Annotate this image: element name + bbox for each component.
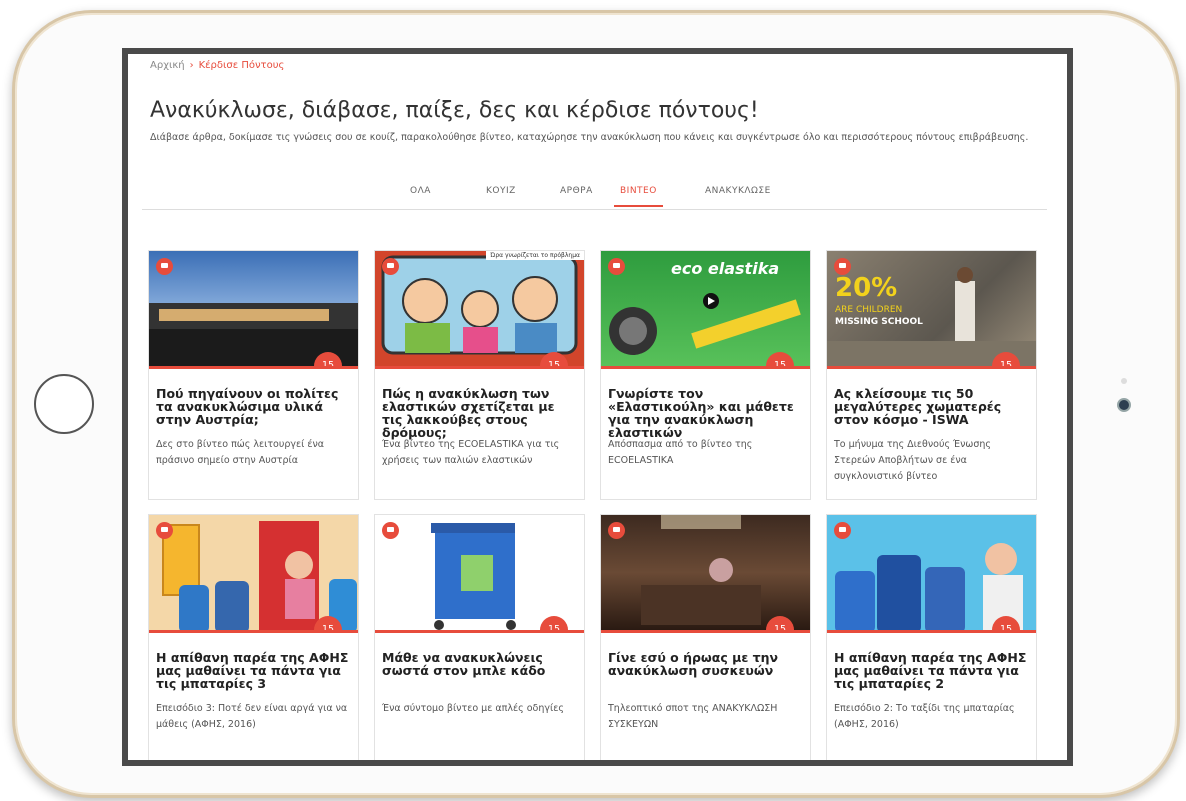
breadcrumb-current: Κέρδισε Πόντους bbox=[198, 60, 285, 71]
video-card[interactable]: 15 Η απίθανη παρέα της ΑΦΗΣ μας μαθαίνει… bbox=[148, 514, 359, 760]
breadcrumb-separator: › bbox=[189, 60, 194, 71]
card-title[interactable]: Ας κλείσουμε τις 50 μεγαλύτερες χωματερέ… bbox=[827, 369, 1036, 429]
tablet-home-button[interactable] bbox=[34, 374, 94, 434]
breadcrumb: Αρχική › Κέρδισε Πόντους bbox=[150, 60, 284, 71]
card-description: Επεισόδιο 2: Το ταξίδι της μπαταρίας (ΑΦ… bbox=[834, 703, 1015, 730]
card-title[interactable]: Η απίθανη παρέα της ΑΦΗΣ μας μαθαίνει τα… bbox=[827, 633, 1036, 693]
tab-videos[interactable]: ΒΙΝΤΕΟ bbox=[614, 186, 663, 207]
video-thumbnail[interactable]: 15 bbox=[827, 515, 1036, 633]
video-thumbnail[interactable]: 15 bbox=[375, 515, 584, 633]
thumbnail-percent-text: 20% bbox=[835, 273, 898, 303]
card-description: Τηλεοπτικό σποτ της ΑΝΑΚΥΚΛΩΣΗ ΣΥΣΚΕΥΩΝ bbox=[608, 703, 778, 730]
card-title[interactable]: Μάθε να ανακυκλώνεις σωστά στον μπλε κάδ… bbox=[375, 633, 584, 693]
video-card[interactable]: 15 Η απίθανη παρέα της ΑΦΗΣ μας μαθαίνει… bbox=[826, 514, 1037, 760]
video-thumbnail[interactable]: 20% ARE CHILDREN MISSING SCHOOL 15 bbox=[827, 251, 1036, 369]
page-subtitle: Διάβασε άρθρα, δοκίμασε τις γνώσεις σου … bbox=[150, 132, 1029, 143]
video-icon bbox=[156, 522, 173, 539]
category-tabs: ΟΛΑ ΚΟΥΙΖ ΑΡΘΡΑ ΒΙΝΤΕΟ ΑΝΑΚΥΚΛΩΣΕ bbox=[142, 182, 1047, 210]
card-title[interactable]: Η απίθανη παρέα της ΑΦΗΣ μας μαθαίνει τα… bbox=[149, 633, 358, 693]
video-icon bbox=[608, 522, 625, 539]
page-title: Ανακύκλωσε, διάβασε, παίξε, δες και κέρδ… bbox=[150, 98, 759, 123]
tab-recycle[interactable]: ΑΝΑΚΥΚΛΩΣΕ bbox=[705, 186, 771, 196]
tablet-sensor bbox=[1121, 378, 1127, 384]
card-description: Το μήνυμα της Διεθνούς Ένωσης Στερεών Απ… bbox=[834, 439, 992, 482]
tab-all[interactable]: ΟΛΑ bbox=[410, 186, 431, 196]
card-description: Δες στο βίντεο πώς λειτουργεί ένα πράσιν… bbox=[156, 439, 325, 466]
thumbnail-caption: Ώρα γνωρίζεται το πρόβλημα bbox=[486, 251, 584, 260]
video-thumbnail[interactable]: eco elastika 15 bbox=[601, 251, 810, 369]
tab-articles[interactable]: ΑΡΘΡΑ bbox=[560, 186, 593, 196]
thumbnail-caption-line1: ARE CHILDREN bbox=[835, 305, 903, 315]
tablet-screen: Αρχική › Κέρδισε Πόντους Ανακύκλωσε, διάβα… bbox=[122, 48, 1073, 766]
breadcrumb-home-link[interactable]: Αρχική bbox=[150, 60, 185, 71]
video-card[interactable]: Ώρα γνωρίζεται το πρόβλημα 15 Πώς η ανακ… bbox=[374, 250, 585, 500]
video-icon bbox=[608, 258, 625, 275]
card-title[interactable]: Γνωρίστε τον «Ελαστικούλη» και μάθετε γι… bbox=[601, 369, 810, 439]
video-thumbnail[interactable]: 15 bbox=[149, 251, 358, 369]
tab-quiz[interactable]: ΚΟΥΙΖ bbox=[486, 186, 516, 196]
video-thumbnail[interactable]: 15 bbox=[149, 515, 358, 633]
card-description: Επεισόδιο 3: Ποτέ δεν είναι αργά για να … bbox=[156, 703, 348, 730]
thumbnail-brand-text: eco elastika bbox=[671, 259, 780, 278]
card-title[interactable]: Γίνε εσύ ο ήρωας με την ανακύκλωση συσκε… bbox=[601, 633, 810, 693]
video-icon bbox=[382, 258, 399, 275]
video-icon bbox=[382, 522, 399, 539]
video-icon bbox=[156, 258, 173, 275]
video-thumbnail[interactable]: Ώρα γνωρίζεται το πρόβλημα 15 bbox=[375, 251, 584, 369]
video-icon bbox=[834, 258, 851, 275]
video-card[interactable]: 15 Γίνε εσύ ο ήρωας με την ανακύκλωση συ… bbox=[600, 514, 811, 760]
card-title[interactable]: Πού πηγαίνουν οι πολίτες τα ανακυκλώσιμα… bbox=[149, 369, 358, 429]
video-card[interactable]: 20% ARE CHILDREN MISSING SCHOOL 15 Ας κλ… bbox=[826, 250, 1037, 500]
card-title[interactable]: Πώς η ανακύκλωση των ελαστικών σχετίζετα… bbox=[375, 369, 584, 439]
tablet-camera bbox=[1117, 398, 1131, 412]
video-card[interactable]: 15 Πού πηγαίνουν οι πολίτες τα ανακυκλώσ… bbox=[148, 250, 359, 500]
card-description: Ένα σύντομο βίντεο με απλές οδηγίες bbox=[382, 703, 564, 714]
video-thumbnail[interactable]: 15 bbox=[601, 515, 810, 633]
video-icon bbox=[834, 522, 851, 539]
thumbnail-caption-line2: MISSING SCHOOL bbox=[835, 317, 923, 327]
video-card[interactable]: eco elastika 15 Γνωρίστε τον «Ελαστικούλ… bbox=[600, 250, 811, 500]
video-card[interactable]: 15 Μάθε να ανακυκλώνεις σωστά στον μπλε … bbox=[374, 514, 585, 760]
